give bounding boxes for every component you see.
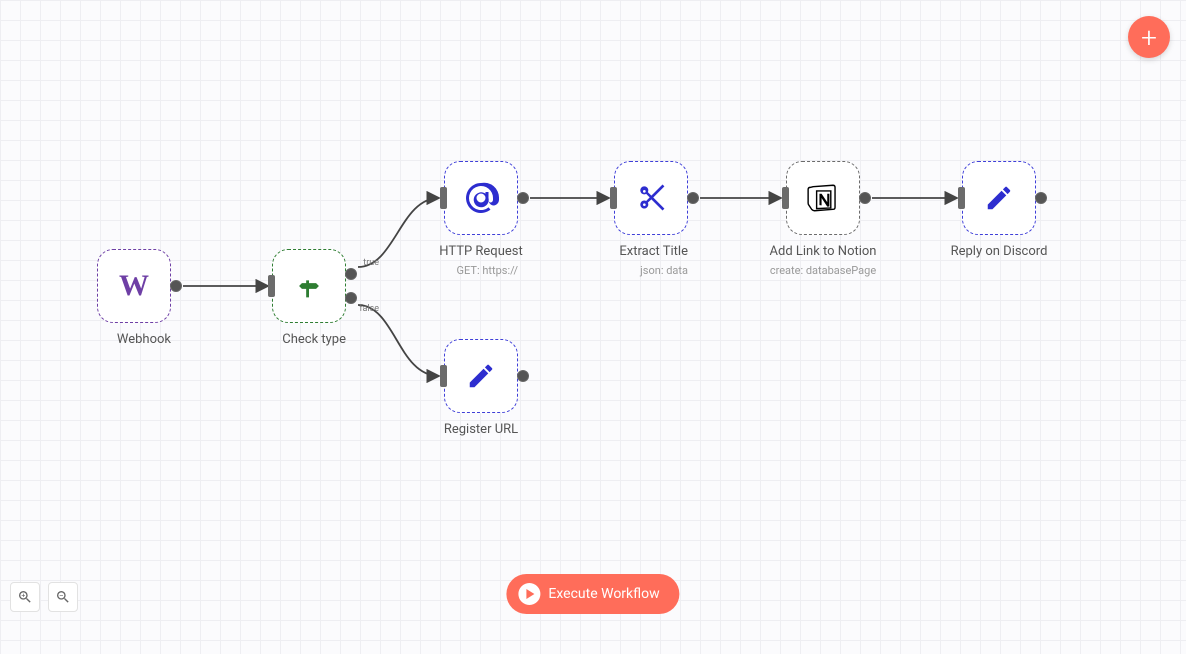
plus-icon: + <box>1141 21 1157 54</box>
node-label: Webhook <box>117 332 171 347</box>
pencil-icon <box>984 183 1014 213</box>
node-extract-title[interactable]: Extract Title json: data <box>614 161 688 278</box>
output-port-true[interactable] <box>345 268 357 280</box>
node-sublabel: GET: https:// <box>457 264 518 277</box>
pencil-icon <box>466 361 496 391</box>
output-port[interactable] <box>517 192 529 204</box>
execute-label: Execute Workflow <box>548 586 659 602</box>
port-label-false: false <box>359 304 379 314</box>
node-register-url[interactable]: Register URL <box>444 339 518 437</box>
zoom-in-button[interactable] <box>10 582 40 612</box>
output-port[interactable] <box>859 192 871 204</box>
input-port[interactable] <box>958 187 965 209</box>
node-http-request[interactable]: HTTP Request GET: https:// <box>444 161 518 278</box>
letter-w-icon: W <box>119 269 149 303</box>
input-port[interactable] <box>440 187 447 209</box>
scissors-icon <box>635 182 667 214</box>
node-discord[interactable]: Reply on Discord <box>962 161 1036 259</box>
zoom-controls <box>10 582 78 612</box>
node-sublabel: create: databasePage <box>770 264 876 277</box>
node-notion[interactable]: Add Link to Notion create: databasePage <box>786 161 860 278</box>
node-sublabel: json: data <box>640 264 688 277</box>
input-port[interactable] <box>268 275 275 297</box>
node-webhook[interactable]: W Webhook <box>97 249 171 347</box>
node-label: Check type <box>282 332 346 347</box>
port-label-true: true <box>363 258 379 268</box>
output-port-false[interactable] <box>345 292 357 304</box>
input-port[interactable] <box>782 187 789 209</box>
output-port[interactable] <box>517 370 529 382</box>
output-port[interactable] <box>170 280 182 292</box>
output-port[interactable] <box>687 192 699 204</box>
output-port[interactable] <box>1035 192 1047 204</box>
edges-layer <box>0 0 1186 654</box>
node-label: Reply on Discord <box>951 244 1048 259</box>
input-port[interactable] <box>610 187 617 209</box>
zoom-out-icon <box>55 589 71 605</box>
input-port[interactable] <box>440 365 447 387</box>
zoom-out-button[interactable] <box>48 582 78 612</box>
signpost-icon <box>292 269 326 303</box>
execute-workflow-button[interactable]: Execute Workflow <box>506 574 679 614</box>
notion-icon <box>806 181 840 215</box>
node-label: Add Link to Notion <box>770 244 877 259</box>
play-icon <box>518 583 540 605</box>
add-node-button[interactable]: + <box>1128 16 1170 58</box>
node-label: Extract Title <box>619 244 688 259</box>
at-icon <box>463 180 499 216</box>
node-check-type[interactable]: true false Check type <box>272 249 346 347</box>
canvas-grid <box>0 0 1186 654</box>
zoom-in-icon <box>17 589 33 605</box>
node-label: Register URL <box>444 422 518 437</box>
node-label: HTTP Request <box>439 244 522 259</box>
